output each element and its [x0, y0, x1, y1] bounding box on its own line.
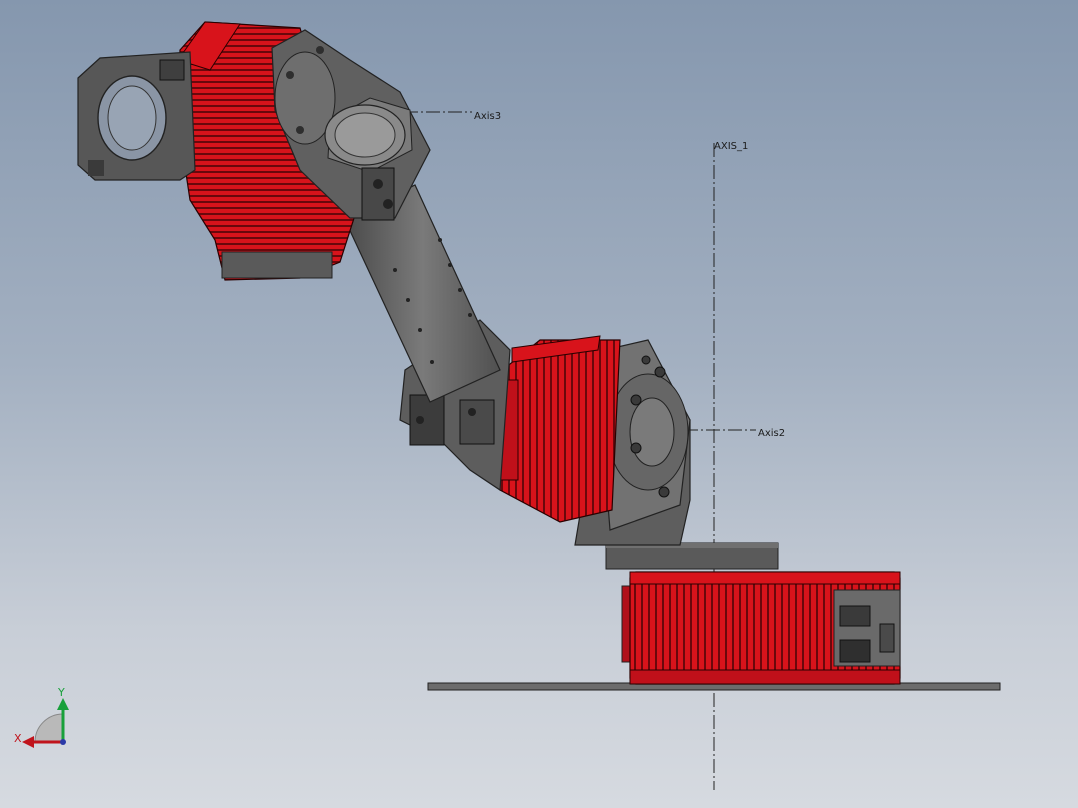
triad-x-label: X — [14, 732, 22, 745]
axis2-label: Axis2 — [758, 428, 786, 439]
shoulder-motor — [497, 335, 621, 523]
axis1-label: AXIS_1 — [714, 141, 749, 152]
axis3-label: Axis3 — [474, 111, 502, 122]
end-clamp — [77, 51, 196, 181]
cad-viewport[interactable]: Axis3 AXIS_1 Axis2 X Y — [0, 0, 1078, 808]
robot-arm-model[interactable] — [0, 0, 1078, 808]
coordinate-triad — [22, 698, 69, 748]
triad-y-label: Y — [58, 686, 65, 699]
base-motor — [621, 571, 901, 685]
